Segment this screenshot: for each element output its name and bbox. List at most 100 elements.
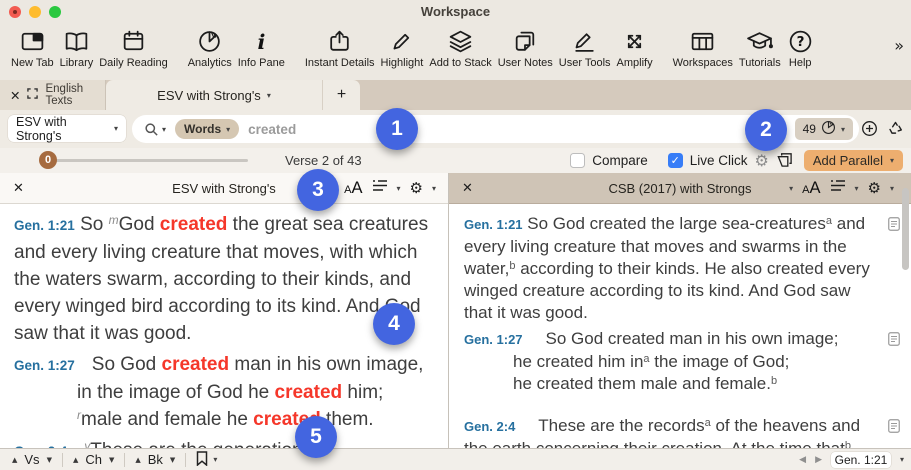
previous-reference-icon[interactable]: ◀ xyxy=(799,455,806,465)
superscript-marker[interactable]: b xyxy=(845,440,851,448)
toolbar-item-daily-reading[interactable]: Daily Reading xyxy=(99,26,167,69)
recycle-update-icon[interactable] xyxy=(887,120,904,142)
caret-down-icon[interactable]: ▾ xyxy=(900,455,904,464)
stepper-label: Ch xyxy=(85,452,102,467)
verse-reference[interactable]: Gen. 1:27 xyxy=(464,332,523,347)
verse-text: in the image of God he xyxy=(77,382,275,403)
verse-text: These are the records xyxy=(538,416,704,435)
toolbar-item-library[interactable]: Library xyxy=(60,26,94,69)
new-tab-button[interactable]: + xyxy=(322,80,360,110)
toolbar-item-workspaces[interactable]: Workspaces xyxy=(673,26,733,69)
scrollbar-thumb[interactable] xyxy=(902,188,909,270)
step-up-icon[interactable]: ▲ xyxy=(12,456,17,464)
step-down-icon[interactable]: ▼ xyxy=(109,456,114,464)
next-reference-icon[interactable]: ▶ xyxy=(815,455,822,465)
toolbar-item-label: Add to Stack xyxy=(429,57,491,69)
toolbar-item-info-pane[interactable]: iInfo Pane xyxy=(238,26,285,69)
verse-text: So God created man in his own image; xyxy=(546,329,839,348)
scope-label: Words xyxy=(184,122,221,136)
duplicate-pane-icon[interactable] xyxy=(776,151,793,171)
pane-tools: ▾ AA ▾ ⚙ ▾ xyxy=(331,179,436,198)
display-format-icon[interactable] xyxy=(830,179,846,197)
toolbar-item-new-tab[interactable]: New Tab xyxy=(11,26,54,69)
toolbar-item-add-to-stack[interactable]: Add to Stack xyxy=(429,26,491,69)
translation-selector[interactable]: ESV with Strong's ▾ xyxy=(8,115,126,142)
user-tools-icon xyxy=(571,26,598,56)
live-click-settings-gear-icon[interactable]: ⚙ xyxy=(755,151,769,170)
toolbar-item-label: Library xyxy=(60,57,94,69)
add-parallel-button[interactable]: Add Parallel ▾ xyxy=(804,150,903,171)
superscript-marker[interactable]: b xyxy=(771,375,777,387)
tab-esv-with-strongs[interactable]: ESV with Strong's ▾ xyxy=(106,80,322,110)
text-size-icon[interactable]: AA xyxy=(802,179,820,198)
user-note-icon[interactable] xyxy=(888,215,900,237)
toolbar-item-amplify[interactable]: Amplify xyxy=(617,26,653,69)
verse-Gen-2-4[interactable]: Gen. 2:4These are the recordsa of the he… xyxy=(464,415,877,448)
toolbar-item-analytics[interactable]: Analytics xyxy=(188,26,232,69)
close-pane-icon[interactable]: ✕ xyxy=(462,181,473,196)
bottom-navigation-bar: ▲Vs▼▲Ch▼▲Bk▼ ▾ ◀ ▶ Gen. 1:21 ▾ xyxy=(0,448,911,470)
verse-text: man in his own image, xyxy=(229,354,423,375)
toolbar-item-label: Analytics xyxy=(188,57,232,69)
live-click-checkbox[interactable]: ✓ xyxy=(668,153,683,168)
highlight-icon xyxy=(388,26,415,56)
verse-reference[interactable]: Gen. 2:4 xyxy=(464,419,515,434)
search-query-text[interactable]: created xyxy=(248,122,296,137)
search-hit[interactable]: created xyxy=(275,382,343,403)
toolbar-item-highlight[interactable]: Highlight xyxy=(381,26,424,69)
current-reference-box[interactable]: Gen. 1:21 xyxy=(831,452,891,468)
search-hit[interactable]: created xyxy=(162,354,230,375)
verse-text: he created them male and female. xyxy=(513,374,771,393)
user-note-icon[interactable] xyxy=(888,417,900,439)
reference-navigator: ◀ ▶ Gen. 1:21 ▾ xyxy=(799,452,904,468)
search-scope-pill[interactable]: Words ▾ xyxy=(175,119,239,139)
close-zone-icon[interactable]: ✕ xyxy=(10,88,20,103)
verse-text: him; xyxy=(342,382,383,403)
verse-reference[interactable]: Gen. 1:27 xyxy=(14,358,75,373)
step-down-icon[interactable]: ▼ xyxy=(47,456,52,464)
step-up-icon[interactable]: ▲ xyxy=(73,456,78,464)
verse-Gen-1-21[interactable]: Gen. 1:21 So God created the large sea-c… xyxy=(464,213,877,324)
hit-count-pill[interactable]: 49 ▾ xyxy=(795,118,853,140)
daily-reading-icon xyxy=(120,26,147,56)
search-icon[interactable]: ▾ xyxy=(144,122,166,137)
toolbar-overflow-icon[interactable]: » xyxy=(894,36,904,55)
pane-settings-gear-icon[interactable]: ⚙ xyxy=(410,179,423,197)
step-up-icon[interactable]: ▲ xyxy=(135,456,140,464)
verse-slider-track[interactable] xyxy=(50,159,248,162)
pane-tools: ▾ AA ▾ ⚙ ▾ xyxy=(789,179,894,198)
callout-circle-4: 4 xyxy=(373,303,415,345)
compare-checkbox[interactable] xyxy=(570,153,585,168)
toolbar-item-label: User Tools xyxy=(559,57,611,69)
verse-reference[interactable]: Gen. 1:21 xyxy=(464,217,523,232)
search-hit[interactable]: created xyxy=(160,214,228,235)
toolbar-item-user-tools[interactable]: User Tools xyxy=(559,26,611,69)
close-pane-icon[interactable]: ✕ xyxy=(13,181,24,196)
verse-slider-thumb[interactable]: 0 xyxy=(39,151,57,169)
step-down-icon[interactable]: ▼ xyxy=(170,456,175,464)
pane-csb-text[interactable]: Gen. 1:21 So God created the large sea-c… xyxy=(449,204,911,448)
expand-zone-icon[interactable] xyxy=(27,88,38,102)
text-size-icon[interactable]: AA xyxy=(344,179,362,198)
verse-Gen-1-27[interactable]: Gen. 1:27So God created man in his own i… xyxy=(14,351,442,433)
superscript-marker[interactable]: m xyxy=(109,213,119,227)
display-format-icon[interactable] xyxy=(372,179,388,197)
verse-bar-controls: Compare ✓ Live Click ⚙ Add Parallel ▾ xyxy=(570,148,903,173)
user-note-icon[interactable] xyxy=(888,330,900,352)
caret-down-icon: ▾ xyxy=(855,184,859,193)
pane-settings-gear-icon[interactable]: ⚙ xyxy=(868,179,881,197)
add-search-icon[interactable] xyxy=(861,120,878,142)
toolbar-item-tutorials[interactable]: Tutorials xyxy=(739,26,781,69)
workspace-zone[interactable]: ✕ English Texts xyxy=(0,80,106,110)
verse-Gen-1-27[interactable]: Gen. 1:27 So God created man in his own i… xyxy=(464,328,877,395)
add-to-stack-icon xyxy=(447,26,474,56)
toolbar-item-user-notes[interactable]: User Notes xyxy=(498,26,553,69)
toolbar-item-instant-details[interactable]: Instant Details xyxy=(305,26,375,69)
bookmark-control[interactable]: ▾ xyxy=(196,451,217,469)
toolbar-item-help[interactable]: ?Help xyxy=(787,26,814,69)
verse-reference[interactable]: Gen. 1:21 xyxy=(14,218,75,233)
caret-down-icon: ▾ xyxy=(397,184,401,193)
instant-details-icon xyxy=(326,26,353,56)
divider xyxy=(185,453,186,467)
verse-Gen-2-4[interactable]: Gen. 2:4yThese are the generations xyxy=(14,437,442,448)
